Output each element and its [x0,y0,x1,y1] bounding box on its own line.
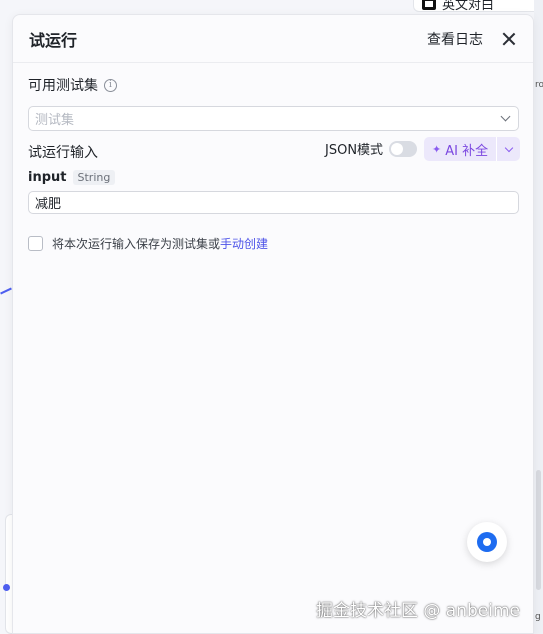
edge-text-fragment: ro [535,80,543,90]
field-name: input [28,170,67,185]
save-testset-checkbox[interactable] [28,236,43,251]
close-icon[interactable] [501,31,517,47]
ai-fill-dropdown-button[interactable] [496,137,521,161]
manual-create-link[interactable]: 手动创建 [220,237,268,251]
info-icon[interactable]: i [104,78,117,92]
assistant-icon [477,532,497,552]
test-set-placeholder: 测试集 [35,113,75,128]
test-run-panel: 试运行 查看日志 可用测试集 i 测试集 试运行输入 JSON模式 ✦ AI 补… [12,14,534,634]
panel-header: 试运行 查看日志 [13,15,533,63]
background-node-label: 英文对白 [442,0,495,13]
header-actions: 查看日志 [427,29,517,49]
watermark: 掘金技术社区 @ anbeime [316,601,520,621]
chevron-down-icon [504,143,513,152]
sparkle-icon: ✦ [432,142,442,156]
save-testset-description: 将本次运行输入保存为测试集或 [52,237,221,251]
view-log-button[interactable]: 查看日志 [427,29,483,49]
canvas-scrollbar[interactable] [536,470,541,590]
json-mode-row: JSON模式 [325,139,418,158]
json-mode-label: JSON模式 [325,143,384,158]
edge-text-fragment: g [535,612,541,622]
translate-icon [422,0,436,10]
run-input-label: 试运行输入 [28,145,98,161]
assistant-float-button[interactable] [467,522,507,562]
input-value-field[interactable]: 减肥 [28,191,519,214]
json-mode-toggle[interactable] [389,140,418,157]
ai-fill-button[interactable]: ✦ AI 补全 [424,137,497,161]
input-field-header: input String [28,170,116,185]
test-set-label: 可用测试集 [28,78,98,94]
save-as-testset-row: 将本次运行输入保存为测试集或手动创建 [28,235,268,252]
panel-title: 试运行 [29,30,78,50]
save-testset-text: 将本次运行输入保存为测试集或手动创建 [52,235,268,252]
chevron-down-icon [500,111,511,122]
background-node[interactable]: 英文对白 [413,0,543,13]
ai-fill-button-group: ✦ AI 补全 [424,137,521,161]
connection-port[interactable] [3,584,10,591]
field-type-badge: String [72,170,116,185]
test-set-select[interactable]: 测试集 [28,106,519,131]
ai-fill-label: AI 补全 [445,143,489,159]
test-set-heading: 可用测试集 i [28,75,117,95]
